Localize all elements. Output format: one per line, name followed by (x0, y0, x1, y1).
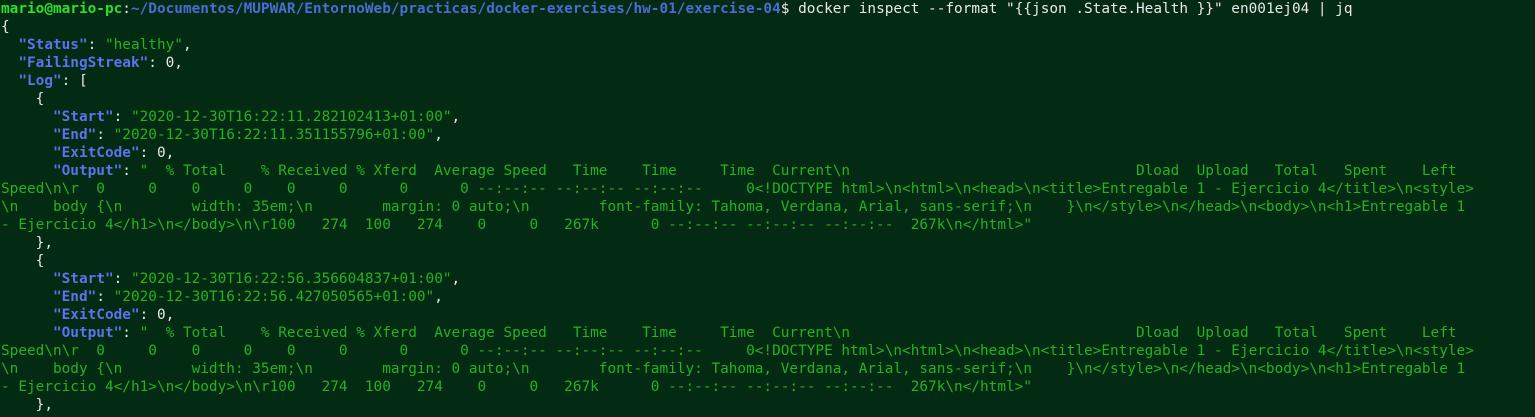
json-failing-line: "FailingStreak": 0, (18, 55, 183, 71)
log-entry-output-wrap: \n body {\n width: 35em;\n margin: 0 aut… (1, 198, 1465, 216)
json-key-end: "End" (52, 289, 97, 305)
json-value-end: "2020-12-30T16:22:11.351155796+01:00" (113, 127, 435, 143)
json-value-exitcode: 0 (156, 145, 166, 161)
prompt-line: mario@mario-pc:~/Documentos/MUPWAR/Entor… (1, 0, 1353, 18)
log-entry-output-wrap: - Ejercicio 4</h1>\n</body>\n\r100 274 1… (1, 378, 1032, 396)
json-key-log: "Log" (18, 73, 62, 89)
log-entry-output: "Output": " % Total % Received % Xferd A… (52, 163, 1457, 179)
json-value-output-line: \n body {\n width: 35em;\n margin: 0 aut… (1, 199, 1466, 215)
log-entry-exitcode: "ExitCode": 0, (52, 307, 175, 323)
json-key-output: "Output" (52, 325, 123, 341)
log-entry-output: "Output": " % Total % Received % Xferd A… (52, 325, 1457, 341)
json-status-line: "Status": "healthy", (18, 37, 192, 53)
log-entry-output-wrap: - Ejercicio 4</h1>\n</body>\n\r100 274 1… (1, 216, 1032, 234)
json-key-start: "Start" (52, 271, 114, 287)
json-key-output: "Output" (52, 163, 123, 179)
json-value-status: "healthy" (104, 37, 183, 53)
json-value-output-line: Speed\n\r 0 0 0 0 0 0 0 0 --:--:-- --:--… (1, 343, 1474, 359)
log-entry-close: }, (1, 397, 53, 413)
prompt-cwd: ~/Documentos/MUPWAR/EntornoWeb/practicas… (130, 1, 781, 17)
log-entry-start: "Start": "2020-12-30T16:22:11.282102413+… (52, 109, 461, 125)
json-key-exitcode: "ExitCode" (52, 145, 140, 161)
prompt-separator: : (122, 1, 131, 17)
log-entry-open: { (1, 91, 45, 107)
log-entry-output-wrap: Speed\n\r 0 0 0 0 0 0 0 0 --:--:-- --:--… (1, 342, 1474, 360)
json-key-failing-streak: "FailingStreak" (18, 55, 149, 71)
log-entry-close: }, (1, 235, 53, 251)
json-open-brace: { (1, 19, 10, 35)
json-value-output-line: Speed\n\r 0 0 0 0 0 0 0 0 --:--:-- --:--… (1, 181, 1474, 197)
json-value-end: "2020-12-30T16:22:56.427050565+01:00" (113, 289, 435, 305)
log-entry-exitcode: "ExitCode": 0, (52, 145, 175, 161)
json-key-exitcode: "ExitCode" (52, 307, 140, 323)
json-open-brace-line: { (1, 18, 10, 36)
json-value-output-line: " % Total % Received % Xferd Average Spe… (139, 325, 1457, 341)
log-entry-output-wrap: \n body {\n width: 35em;\n margin: 0 aut… (1, 360, 1465, 378)
terminal-window[interactable]: mario@mario-pc:~/Documentos/MUPWAR/Entor… (0, 0, 1535, 417)
json-value-output-line: - Ejercicio 4</h1>\n</body>\n\r100 274 1… (1, 217, 1033, 233)
json-key-start: "Start" (52, 109, 114, 125)
log-entry-end: "End": "2020-12-30T16:22:56.427050565+01… (52, 289, 443, 305)
prompt-command: docker inspect --format "{{json .State.H… (789, 1, 1353, 17)
json-key-end: "End" (52, 127, 97, 143)
json-value-start: "2020-12-30T16:22:56.356604837+01:00" (130, 271, 452, 287)
json-key-status: "Status" (18, 37, 88, 53)
json-value-output-line: \n body {\n width: 35em;\n margin: 0 aut… (1, 361, 1466, 377)
json-value-exitcode: 0 (156, 307, 166, 323)
log-entry-start: "Start": "2020-12-30T16:22:56.356604837+… (52, 271, 461, 287)
log-entry-end: "End": "2020-12-30T16:22:11.351155796+01… (52, 127, 443, 143)
json-value-start: "2020-12-30T16:22:11.282102413+01:00" (130, 109, 452, 125)
json-log-line: "Log": [ (18, 73, 88, 89)
prompt-user-host: mario@mario-pc (1, 1, 123, 17)
json-value-output-line: " % Total % Received % Xferd Average Spe… (139, 163, 1457, 179)
log-entry-open: { (1, 253, 45, 269)
log-entry-output-wrap: Speed\n\r 0 0 0 0 0 0 0 0 --:--:-- --:--… (1, 180, 1474, 198)
json-value-output-line: - Ejercicio 4</h1>\n</body>\n\r100 274 1… (1, 379, 1033, 395)
json-value-failing-streak: 0 (165, 55, 175, 71)
